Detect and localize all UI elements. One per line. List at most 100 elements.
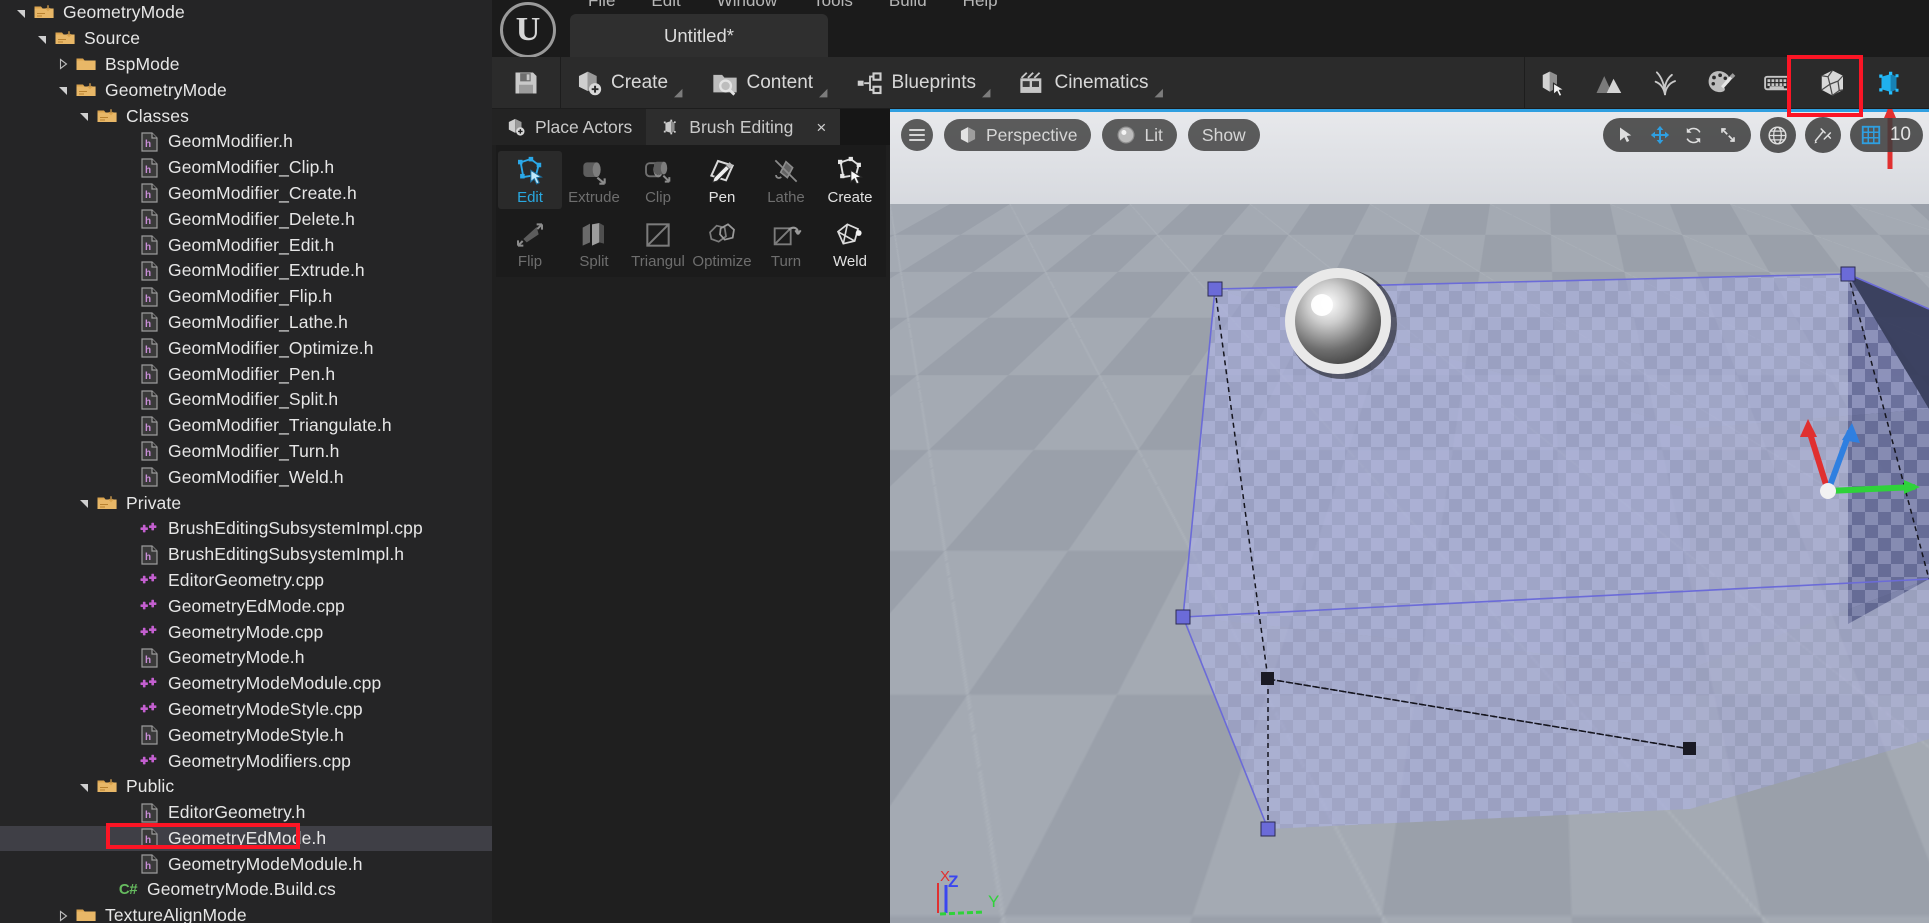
main-toolbar[interactable]: Create ◢ Content ◢ Blueprints ◢ Cinemati… xyxy=(492,56,1929,109)
select-tool-button[interactable] xyxy=(1609,118,1643,152)
tree-row[interactable]: GeometryMode xyxy=(0,0,492,26)
view-mode-button[interactable]: Lit xyxy=(1102,119,1177,151)
show-menu-button[interactable]: Show xyxy=(1187,119,1260,151)
menu-item-build[interactable]: Build xyxy=(871,0,945,10)
foliage-mode-button[interactable] xyxy=(1637,57,1693,109)
chevron-down-icon[interactable] xyxy=(31,26,53,52)
tree-row[interactable]: h GeometryModeModule.h xyxy=(0,851,492,877)
cinematics-dropdown-caret[interactable]: ◢ xyxy=(1154,86,1162,99)
tree-row[interactable]: h GeomModifier_Flip.h xyxy=(0,284,492,310)
blueprints-dropdown-caret[interactable]: ◢ xyxy=(982,86,990,99)
editor-modes-group[interactable] xyxy=(1525,57,1929,109)
rotate-tool-button[interactable] xyxy=(1677,118,1711,152)
tool-turn[interactable]: Turn xyxy=(754,215,818,273)
tree-row[interactable]: GeometryMode xyxy=(0,77,492,103)
content-dropdown-caret[interactable]: ◢ xyxy=(819,86,827,99)
tree-row[interactable]: h EditorGeometry.h xyxy=(0,800,492,826)
tree-row[interactable]: BrushEditingSubsystemImpl.cpp xyxy=(0,516,492,542)
tree-row[interactable]: GeometryModeStyle.cpp xyxy=(0,697,492,723)
viewport-toolbar-right[interactable]: 10 xyxy=(1602,112,1929,158)
tree-row[interactable]: h GeometryMode.h xyxy=(0,645,492,671)
tree-row[interactable]: h GeomModifier_Clip.h xyxy=(0,155,492,181)
brush-editing-mode-button[interactable] xyxy=(1861,57,1917,109)
tree-row[interactable]: BspMode xyxy=(0,52,492,78)
tree-row[interactable]: GeometryEdMode.cpp xyxy=(0,593,492,619)
tree-row[interactable]: h GeomModifier_Triangulate.h xyxy=(0,413,492,439)
create-button[interactable]: Create ◢ xyxy=(561,57,697,109)
content-button[interactable]: Content ◢ xyxy=(697,57,842,109)
tree-row[interactable]: GeometryModifiers.cpp xyxy=(0,748,492,774)
tree-row[interactable]: EditorGeometry.cpp xyxy=(0,568,492,594)
panel-tab-strip[interactable]: Place Actors Brush Editing × xyxy=(492,109,890,145)
transform-tool-group[interactable] xyxy=(1602,118,1751,152)
tool-optimize[interactable]: Optimize xyxy=(690,215,754,273)
chevron-down-icon[interactable] xyxy=(52,77,74,103)
tree-row[interactable]: h GeomModifier_Create.h xyxy=(0,181,492,207)
blueprints-button[interactable]: Blueprints ◢ xyxy=(842,57,1005,109)
save-button[interactable] xyxy=(492,57,560,109)
menu-item-tools[interactable]: Tools xyxy=(795,0,871,10)
coordinate-space-button[interactable] xyxy=(1759,117,1796,153)
level-viewport[interactable]: Perspective Lit Show 10 X Z Y xyxy=(890,109,1929,923)
tree-row[interactable]: C# GeometryMode.Build.cs xyxy=(0,877,492,903)
tool-flip[interactable]: Flip xyxy=(498,215,562,273)
file-tree[interactable]: GeometryMode Source BspMode GeometryMode Cla… xyxy=(0,0,492,923)
tree-row[interactable]: h GeomModifier_Pen.h xyxy=(0,361,492,387)
tree-row[interactable]: h GeomModifier_Optimize.h xyxy=(0,335,492,361)
tool-triangulate[interactable]: Triangul xyxy=(626,215,690,273)
tree-row[interactable]: h GeomModifier_Weld.h xyxy=(0,464,492,490)
tree-row[interactable]: h GeometryModeStyle.h xyxy=(0,722,492,748)
unreal-engine-logo[interactable]: U xyxy=(492,0,564,58)
tab-brush-editing[interactable]: Brush Editing × xyxy=(646,109,841,145)
tree-row[interactable]: Classes xyxy=(0,103,492,129)
tree-row[interactable]: h GeomModifier_Extrude.h xyxy=(0,258,492,284)
landscape-mode-button[interactable] xyxy=(1581,57,1637,109)
tree-row[interactable]: h GeometryEdMode.h xyxy=(0,825,492,852)
brush-tool-grid[interactable]: Edit Extrude Clip Pen Lathe Create Flip … xyxy=(496,145,886,277)
tab-place-actors[interactable]: Place Actors xyxy=(492,109,647,145)
chevron-down-icon[interactable] xyxy=(73,103,95,129)
tool-weld[interactable]: Weld xyxy=(818,215,882,273)
chevron-down-icon[interactable] xyxy=(73,490,95,516)
modeling-mode-button[interactable] xyxy=(1749,57,1805,109)
tool-lathe[interactable]: Lathe xyxy=(754,151,818,209)
tree-row[interactable]: GeometryModeModule.cpp xyxy=(0,671,492,697)
menu-bar[interactable]: File Edit Window Tools Build Help xyxy=(492,0,1929,14)
camera-mode-button[interactable]: Perspective xyxy=(944,119,1092,151)
tool-clip[interactable]: Clip xyxy=(626,151,690,209)
chevron-down-icon[interactable] xyxy=(73,774,95,800)
menu-item-file[interactable]: File xyxy=(570,0,633,10)
tool-create[interactable]: Create xyxy=(818,151,882,209)
tree-row[interactable]: h GeomModifier_Split.h xyxy=(0,387,492,413)
tool-pen[interactable]: Pen xyxy=(690,151,754,209)
viewport-menu-button[interactable] xyxy=(901,119,933,151)
menu-item-edit[interactable]: Edit xyxy=(633,0,698,10)
tree-row[interactable]: Source xyxy=(0,26,492,52)
grid-snap-control[interactable]: 10 xyxy=(1849,118,1923,152)
tree-row[interactable]: h GeomModifier_Edit.h xyxy=(0,232,492,258)
chevron-right-icon[interactable] xyxy=(52,52,74,78)
tool-extrude[interactable]: Extrude xyxy=(562,151,626,209)
tree-row[interactable]: h GeomModifier_Turn.h xyxy=(0,439,492,465)
surface-snapping-button[interactable] xyxy=(1804,117,1841,153)
mesh-paint-mode-button[interactable] xyxy=(1693,57,1749,109)
chevron-right-icon[interactable] xyxy=(52,903,74,923)
chevron-down-icon[interactable] xyxy=(10,0,32,26)
tree-row[interactable]: TextureAlignMode xyxy=(0,903,492,923)
tool-edit[interactable]: Edit xyxy=(498,151,562,209)
scale-tool-button[interactable] xyxy=(1711,118,1745,152)
tree-row[interactable]: h GeomModifier_Lathe.h xyxy=(0,310,492,336)
select-mode-button[interactable] xyxy=(1525,57,1581,109)
create-dropdown-caret[interactable]: ◢ xyxy=(674,86,682,99)
close-icon[interactable]: × xyxy=(816,119,826,136)
tree-row[interactable]: h GeomModifier_Delete.h xyxy=(0,206,492,232)
level-tab[interactable]: Untitled* xyxy=(570,14,828,57)
tree-row[interactable]: Private xyxy=(0,490,492,516)
tree-row[interactable]: GeometryMode.cpp xyxy=(0,619,492,645)
solution-explorer-panel[interactable]: GeometryMode Source BspMode GeometryMode Cla… xyxy=(0,0,492,923)
move-tool-button[interactable] xyxy=(1643,118,1677,152)
tree-row[interactable]: h BrushEditingSubsystemImpl.h xyxy=(0,542,492,568)
translate-gizmo[interactable] xyxy=(1770,379,1920,539)
tree-row[interactable]: h GeomModifier.h xyxy=(0,129,492,155)
menu-item-window[interactable]: Window xyxy=(699,0,795,10)
